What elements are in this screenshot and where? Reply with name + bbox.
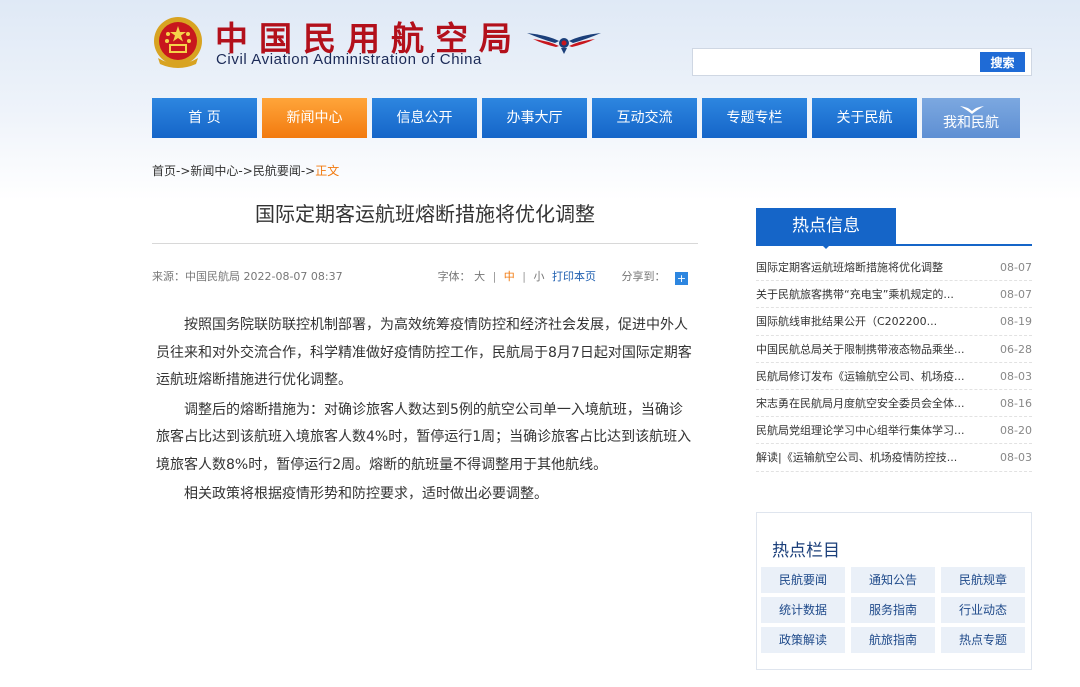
- hot-info-title: 中国民航总局关于限制携带液态物品乘坐...: [756, 342, 965, 356]
- caac-wings-icon: [527, 33, 601, 54]
- hot-info-date: 08-19: [1000, 315, 1032, 329]
- nav-item-about[interactable]: 关于民航: [812, 98, 917, 138]
- hot-info-date: 06-28: [1000, 342, 1032, 356]
- article-meta: 来源：中国民航局 2022-08-07 08:37 字体： 大 | 中 | 小 …: [152, 268, 698, 285]
- breadcrumb-aviation-news[interactable]: 民航要闻: [253, 164, 301, 178]
- hot-info-date: 08-07: [1000, 261, 1032, 274]
- column-link[interactable]: 服务指南: [851, 597, 935, 623]
- column-link[interactable]: 政策解读: [761, 627, 845, 653]
- national-emblem-icon: [154, 17, 202, 68]
- column-link[interactable]: 民航规章: [941, 567, 1025, 593]
- column-link[interactable]: 热点专题: [941, 627, 1025, 653]
- article-title: 国际定期客运航班熔断措施将优化调整: [255, 202, 595, 226]
- hot-columns-title: 热点栏目: [772, 541, 840, 561]
- font-size-label: 字体：: [437, 270, 471, 283]
- hot-info-item[interactable]: 宋志勇在民航局月度航空安全委员会全体... 08-16: [756, 390, 1032, 418]
- hot-info-item[interactable]: 民航局党组理论学习中心组举行集体学习... 08-20: [756, 417, 1032, 445]
- font-small-link[interactable]: 小: [534, 270, 545, 283]
- site-header: 中国民用航空局 Civil Aviation Administration of…: [0, 0, 1080, 95]
- site-title-en: Civil Aviation Administration of China: [216, 51, 482, 68]
- wings-icon: [960, 106, 984, 114]
- hot-info-title: 民航局修订发布《运输航空公司、机场疫...: [756, 369, 965, 383]
- nav-item-info-disclosure[interactable]: 信息公开: [372, 98, 477, 138]
- hot-info-title: 解读|《运输航空公司、机场疫情防控技...: [756, 451, 958, 465]
- article-tools: 字体： 大 | 中 | 小 打印本页 分享到： +: [438, 268, 688, 285]
- hot-columns-panel: 热点栏目 民航要闻 通知公告 民航规章 统计数据 服务指南 行业动态 政策解读 …: [756, 512, 1032, 670]
- hot-info-item[interactable]: 民航局修订发布《运输航空公司、机场疫... 08-03: [756, 363, 1032, 390]
- nav-item-home[interactable]: 首 页: [152, 98, 257, 138]
- hot-info-title: 民航局党组理论学习中心组举行集体学习...: [756, 424, 965, 438]
- breadcrumb-home[interactable]: 首页: [152, 164, 176, 178]
- hot-info-title: 国际定期客运航班熔断措施将优化调整: [756, 261, 943, 274]
- article-paragraph: 按照国务院联防联控机制部署，为高效统筹疫情防控和经济社会发展，促进中外人员往来和…: [156, 317, 692, 388]
- main-nav: 首 页 新闻中心 信息公开 办事大厅 互动交流 专题专栏 关于民航 我和民航: [152, 98, 1020, 138]
- hot-info-item[interactable]: 解读|《运输航空公司、机场疫情防控技... 08-03: [756, 444, 1032, 472]
- separator: |: [522, 270, 526, 283]
- hot-info-date: 08-03: [1000, 451, 1032, 465]
- hot-info-date: 08-20: [1000, 424, 1032, 438]
- nav-item-interaction[interactable]: 互动交流: [592, 98, 697, 138]
- separator: |: [492, 270, 497, 283]
- print-link[interactable]: 打印本页: [552, 270, 596, 283]
- breadcrumb-separator: ->: [176, 164, 191, 178]
- article-paragraph: 相关政策将根据疫情形势和防控要求，适时做出必要调整。: [184, 486, 548, 502]
- hot-info-title: 宋志勇在民航局月度航空安全委员会全体...: [756, 396, 965, 410]
- font-large-link[interactable]: 大: [474, 270, 485, 283]
- hot-info-item[interactable]: 国际航线审批结果公开（C202200... 08-19: [756, 308, 1032, 336]
- search-button[interactable]: 搜索: [980, 52, 1025, 72]
- breadcrumb-current: 正文: [315, 164, 340, 178]
- hot-info-item[interactable]: 国际定期客运航班熔断措施将优化调整 08-07: [756, 254, 1032, 282]
- hot-info-divider: [756, 244, 1032, 246]
- hot-info-tab: 热点信息: [756, 208, 896, 244]
- hot-info-date: 08-03: [1000, 369, 1032, 383]
- article-body: 按照国务院联防联控机制部署，为高效统筹疫情防控和经济社会发展，促进中外人员往来和…: [156, 312, 696, 511]
- breadcrumb-separator: ->: [300, 164, 316, 178]
- hot-info-date: 08-16: [1000, 396, 1032, 410]
- column-link[interactable]: 统计数据: [761, 597, 845, 623]
- hot-info-list: 国际定期客运航班熔断措施将优化调整 08-07 关于民航旅客携带“充电宝”乘机规…: [756, 254, 1032, 472]
- hot-info-date: 08-07: [1000, 288, 1032, 302]
- article-source: 来源：中国民航局 2022-08-07 08:37: [152, 270, 343, 283]
- nav-item-special-topics[interactable]: 专题专栏: [702, 98, 807, 138]
- nav-item-news-center[interactable]: 新闻中心: [262, 98, 367, 138]
- hot-info-item[interactable]: 关于民航旅客携带“充电宝”乘机规定的... 08-07: [756, 281, 1032, 309]
- share-label: 分享到：: [621, 270, 666, 283]
- column-link[interactable]: 通知公告: [851, 567, 935, 593]
- breadcrumb-separator: ->: [238, 164, 253, 178]
- title-divider: [152, 243, 698, 244]
- search-input[interactable]: [693, 49, 973, 75]
- hot-info-title: 国际航线审批结果公开（C202200...: [756, 315, 938, 329]
- breadcrumb-news-center[interactable]: 新闻中心: [190, 164, 238, 178]
- share-plus-icon[interactable]: +: [675, 272, 688, 285]
- hot-info-item[interactable]: 中国民航总局关于限制携带液态物品乘坐... 06-28: [756, 336, 1032, 363]
- column-link[interactable]: 行业动态: [941, 597, 1025, 623]
- search-box: 搜索: [692, 48, 1032, 76]
- hot-info-title: 关于民航旅客携带“充电宝”乘机规定的...: [756, 288, 954, 302]
- nav-item-service-hall[interactable]: 办事大厅: [482, 98, 587, 138]
- font-medium-link[interactable]: 中: [504, 270, 515, 283]
- breadcrumb: 首页->新闻中心->民航要闻->正文: [152, 162, 339, 179]
- nav-item-me-and-aviation[interactable]: 我和民航: [922, 98, 1020, 138]
- column-link[interactable]: 民航要闻: [761, 567, 845, 593]
- column-link[interactable]: 航旅指南: [851, 627, 935, 653]
- article-paragraph: 调整后的熔断措施为：对确诊旅客人数达到5例的航空公司单一入境航班，当确诊旅客占比…: [156, 401, 692, 473]
- nav-item-label: 我和民航: [943, 115, 999, 131]
- tab-arrow-icon: [820, 243, 832, 249]
